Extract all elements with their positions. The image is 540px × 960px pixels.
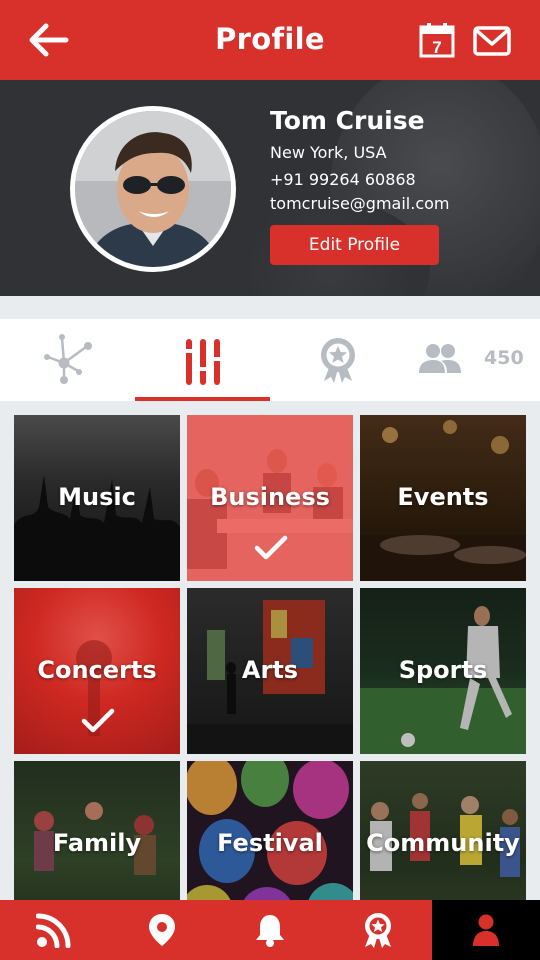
award-icon	[365, 913, 391, 948]
interest-tile-community[interactable]: Community	[360, 761, 526, 900]
rss-icon	[36, 913, 71, 948]
interest-label: Family	[52, 829, 142, 857]
mail-icon[interactable]	[473, 26, 511, 56]
nav-map[interactable]	[108, 900, 216, 960]
tab-network[interactable]	[0, 319, 135, 401]
profile-tabs: 450	[0, 319, 540, 401]
interest-tile-concerts[interactable]: Concerts	[14, 588, 180, 754]
user-phone: +91 99264 60868	[270, 170, 416, 189]
bell-icon	[256, 915, 284, 947]
equalizer-icon	[186, 339, 220, 385]
app-bar: Profile 7	[0, 0, 540, 80]
nav-awards[interactable]	[324, 900, 432, 960]
nav-profile[interactable]	[432, 900, 540, 960]
user-name: Tom Cruise	[270, 106, 425, 135]
interest-label: Business	[210, 483, 330, 511]
interest-label: Music	[58, 483, 136, 511]
calendar-day: 7	[432, 38, 441, 57]
interest-tile-events[interactable]: Events	[360, 415, 526, 581]
edit-profile-button[interactable]: Edit Profile	[270, 225, 439, 265]
interest-label: Events	[397, 483, 489, 511]
nav-feed[interactable]	[0, 900, 108, 960]
page-title: Profile	[215, 22, 325, 56]
interest-tile-sports[interactable]: Sports	[360, 588, 526, 754]
tab-interests[interactable]	[135, 319, 270, 401]
calendar-icon[interactable]: 7	[419, 22, 455, 58]
user-email: tomcruise@gmail.com	[270, 194, 450, 213]
check-icon	[254, 535, 288, 560]
check-icon	[81, 708, 115, 733]
people-icon	[419, 344, 461, 373]
location-pin-icon	[149, 914, 175, 946]
avatar-photo	[75, 111, 231, 267]
interest-tile-business[interactable]: Business	[187, 415, 353, 581]
interest-label: Community	[366, 829, 520, 857]
user-icon	[473, 914, 499, 946]
interest-tile-arts[interactable]: Arts	[187, 588, 353, 754]
interest-grid: Music Business Events Concerts Arts Spor…	[0, 401, 540, 900]
interest-tile-music[interactable]: Music	[14, 415, 180, 581]
profile-header: Tom Cruise New York, USA +91 99264 60868…	[0, 80, 540, 296]
badge-icon	[321, 338, 355, 383]
interest-label: Concerts	[37, 656, 157, 684]
nav-notifications[interactable]	[216, 900, 324, 960]
avatar[interactable]	[70, 106, 236, 272]
interest-label: Festival	[217, 829, 323, 857]
tab-people[interactable]: 450	[405, 319, 540, 401]
tab-badges[interactable]	[270, 319, 405, 401]
interest-label: Arts	[241, 656, 299, 684]
people-count: 450	[484, 347, 524, 369]
interest-tile-festival[interactable]: Festival	[187, 761, 353, 900]
interest-tile-family[interactable]: Family	[14, 761, 180, 900]
network-icon	[44, 334, 92, 384]
interest-label: Sports	[398, 656, 488, 684]
bottom-nav	[0, 900, 540, 960]
user-location: New York, USA	[270, 143, 387, 162]
